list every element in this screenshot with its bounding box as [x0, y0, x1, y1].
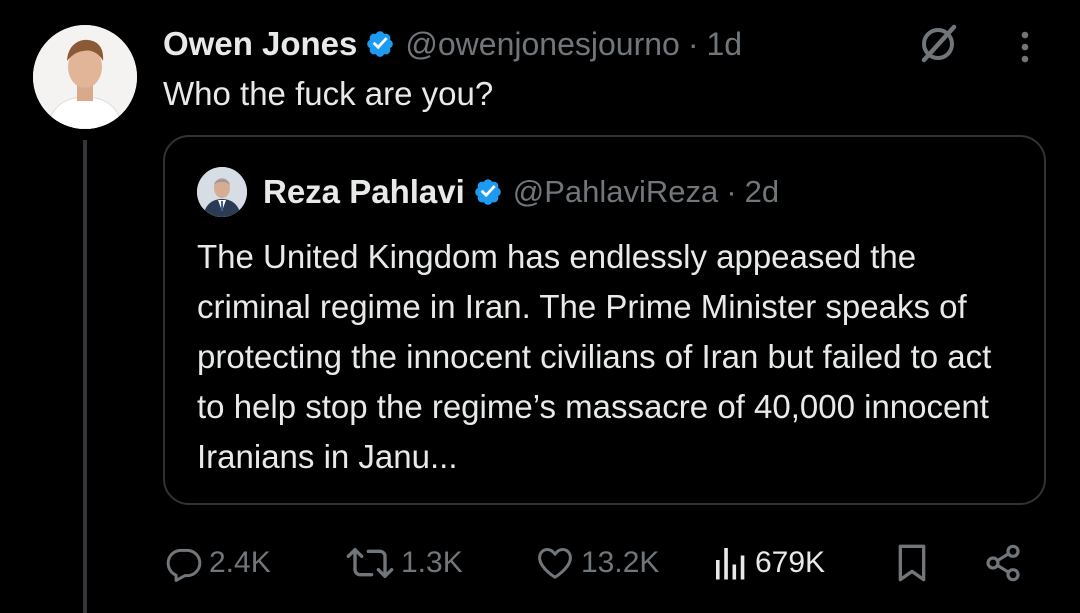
bookmark-icon — [898, 544, 926, 582]
tweet-header: Owen Jones @owenjonesjourno · 1d — [163, 22, 742, 66]
tweet-time[interactable]: 1d — [706, 26, 742, 63]
quoted-author-name[interactable]: Reza Pahlavi — [263, 173, 465, 211]
separator-dot: · — [726, 174, 737, 209]
share-button[interactable] — [983, 533, 1023, 593]
action-bar: 2.4K 1.3K 13.2K 679K — [163, 533, 1043, 593]
thread-line — [83, 140, 87, 613]
verified-badge-icon — [474, 179, 501, 205]
verified-badge-icon — [367, 31, 394, 57]
like-button[interactable]: 13.2K — [535, 533, 659, 593]
quoted-tweet[interactable]: Reza Pahlavi @PahlaviReza · 2d The Unite… — [163, 135, 1046, 505]
reply-button[interactable]: 2.4K — [165, 533, 271, 593]
views-count: 679K — [755, 546, 826, 579]
repost-button[interactable]: 1.3K — [345, 533, 463, 593]
quoted-tweet-text: The United Kingdom has endlessly appease… — [197, 238, 992, 475]
quoted-tweet-time[interactable]: 2d — [745, 174, 779, 210]
quoted-tweet-header: Reza Pahlavi @PahlaviReza · 2d — [197, 167, 779, 217]
more-options-icon[interactable] — [1010, 22, 1040, 68]
bookmark-button[interactable] — [895, 533, 929, 593]
reply-count: 2.4K — [209, 546, 271, 579]
author-avatar[interactable] — [33, 25, 137, 129]
views-button[interactable]: 679K — [713, 533, 825, 593]
repost-count: 1.3K — [401, 546, 463, 579]
quoted-author-avatar[interactable] — [197, 167, 247, 217]
repost-icon — [346, 548, 394, 578]
author-handle[interactable]: @owenjonesjourno — [405, 26, 679, 63]
quoted-author-handle[interactable]: @PahlaviReza — [513, 174, 719, 210]
tweet-text: Who the fuck are you? — [163, 75, 494, 112]
separator-dot: · — [687, 25, 699, 62]
views-icon — [716, 548, 745, 580]
reply-icon — [166, 548, 202, 582]
like-icon — [538, 548, 572, 579]
author-name[interactable]: Owen Jones — [163, 25, 357, 63]
like-count: 13.2K — [581, 546, 660, 579]
grok-icon[interactable] — [914, 20, 962, 68]
share-icon — [986, 544, 1020, 582]
